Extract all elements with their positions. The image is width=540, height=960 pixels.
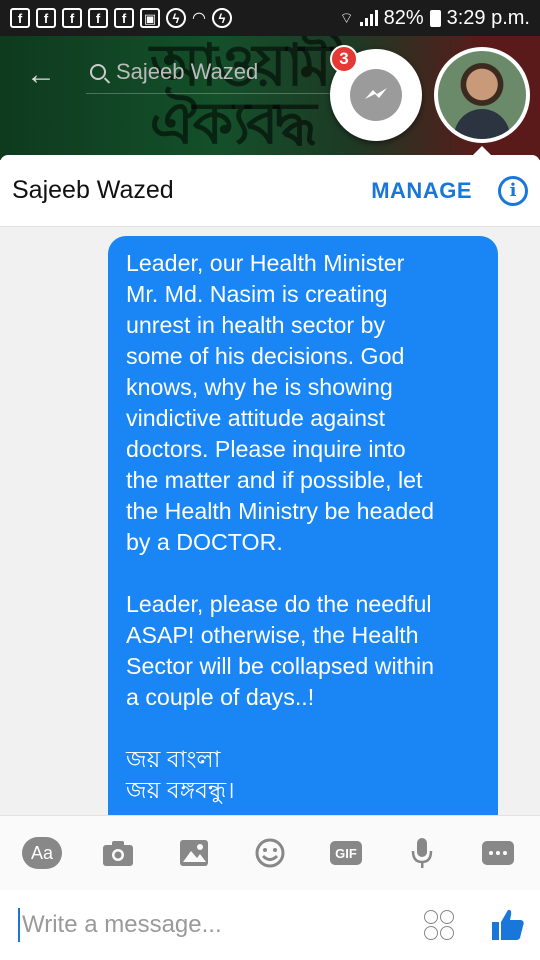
facebook-notification-icon: f [62, 8, 82, 28]
message-line: ASAP! otherwise, the Health [126, 622, 419, 648]
composer-toolbar: Aa GIF [0, 815, 540, 890]
message-input-row [0, 890, 540, 960]
message-paragraph: জয় বাংলা জয় বঙ্গবন্ধু। [126, 744, 480, 806]
status-bar: f f f f f ▣ ϟ ◠ ϟ ⌔ 82% 3:29 p.m. [0, 0, 540, 36]
message-paragraph: Leader, please do the needful ASAP! other… [126, 589, 480, 713]
contact-name: Sajeeb Wazed [12, 176, 174, 204]
microphone-icon [411, 838, 433, 868]
text-style-button[interactable]: Aa [22, 833, 62, 873]
gallery-notification-icon: ▣ [140, 8, 160, 28]
emoji-button[interactable] [250, 833, 290, 873]
messenger-notification-icon: ϟ [166, 8, 186, 28]
aa-label: Aa [22, 837, 62, 869]
search-bar[interactable]: Sajeeb Wazed [86, 50, 346, 94]
more-button[interactable] [478, 833, 518, 873]
manage-button[interactable]: MANAGE [371, 178, 472, 204]
camera-button[interactable] [98, 833, 138, 873]
messenger-notification-icon: ϟ [211, 8, 232, 28]
avatar-photo [454, 109, 510, 139]
gif-button[interactable]: GIF [326, 833, 366, 873]
message-line: doctors. Please inquire into [126, 436, 406, 462]
message-line: জয় বাংলা [126, 746, 221, 772]
smiley-icon [255, 838, 285, 868]
message-line: Leader, please do the needful [126, 591, 432, 617]
message-line: some of his decisions. God [126, 343, 405, 369]
more-icon [482, 841, 514, 865]
message-line: unrest in health sector by [126, 312, 386, 338]
gallery-button[interactable] [174, 833, 214, 873]
facebook-notification-icon: f [10, 8, 30, 28]
like-thumb-icon[interactable] [490, 907, 526, 943]
message-input[interactable] [22, 911, 392, 939]
emoji-picker-icon[interactable] [424, 910, 454, 940]
unread-badge: 3 [330, 45, 358, 73]
search-icon [90, 63, 106, 80]
gif-label: GIF [330, 841, 362, 865]
message-line: the matter and if possible, let [126, 467, 423, 493]
message-line: the Health Ministry be headed [126, 498, 435, 524]
voice-button[interactable] [402, 833, 442, 873]
message-line: জয় বঙ্গবন্ধু। [126, 777, 235, 803]
message-line: Mr. Md. Nasim is creating [126, 281, 388, 307]
message-line: knows, why he is showing [126, 374, 393, 400]
clock: 3:29 p.m. [446, 6, 530, 29]
message-line: vindictive attitude against [126, 405, 386, 431]
message-line: by a DOCTOR. [126, 529, 283, 555]
facebook-notification-icon: f [36, 8, 56, 28]
camera-icon [103, 841, 133, 866]
info-icon[interactable]: i [498, 175, 528, 206]
signal-icon [359, 10, 378, 26]
facebook-notification-icon: f [88, 8, 108, 28]
battery-icon [429, 9, 441, 27]
back-arrow-icon[interactable]: ← [26, 58, 56, 92]
message-line: Sector will be collapsed within [126, 653, 435, 679]
messenger-icon [350, 69, 402, 121]
contact-avatar-chathead[interactable] [434, 47, 530, 143]
conversation-header: Sajeeb Wazed MANAGE i [0, 155, 540, 227]
notification-icons: f f f f f ▣ ϟ ◠ ϟ [10, 8, 232, 28]
battery-percent: 82% [383, 6, 424, 29]
message-bubble[interactable]: Leader, our Health Minister Mr. Md. Nasim… [108, 236, 498, 815]
message-thread[interactable]: Leader, our Health Minister Mr. Md. Nasim… [0, 227, 540, 815]
message-line: a couple of days..! [126, 684, 315, 710]
text-cursor [18, 908, 20, 942]
image-icon [180, 840, 208, 866]
message-paragraph: Leader, our Health Minister Mr. Md. Nasim… [126, 248, 480, 558]
message-line: Leader, our Health Minister [126, 250, 405, 276]
wifi-icon: ⌔ [339, 9, 354, 27]
search-text: Sajeeb Wazed [116, 58, 259, 84]
wifi-notification-icon: ◠ [192, 10, 206, 27]
facebook-notification-icon: f [114, 8, 134, 28]
